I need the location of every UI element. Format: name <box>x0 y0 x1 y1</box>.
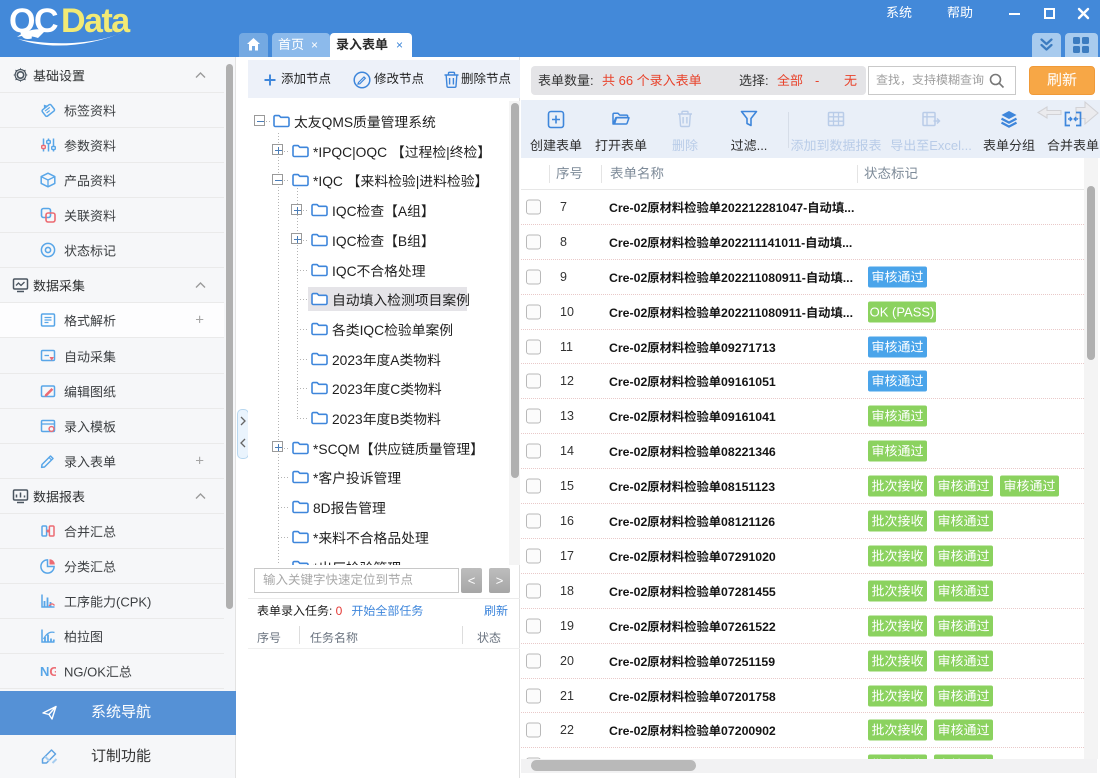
svg-text:NG: NG <box>40 664 56 679</box>
svg-text:Data: Data <box>61 2 131 40</box>
